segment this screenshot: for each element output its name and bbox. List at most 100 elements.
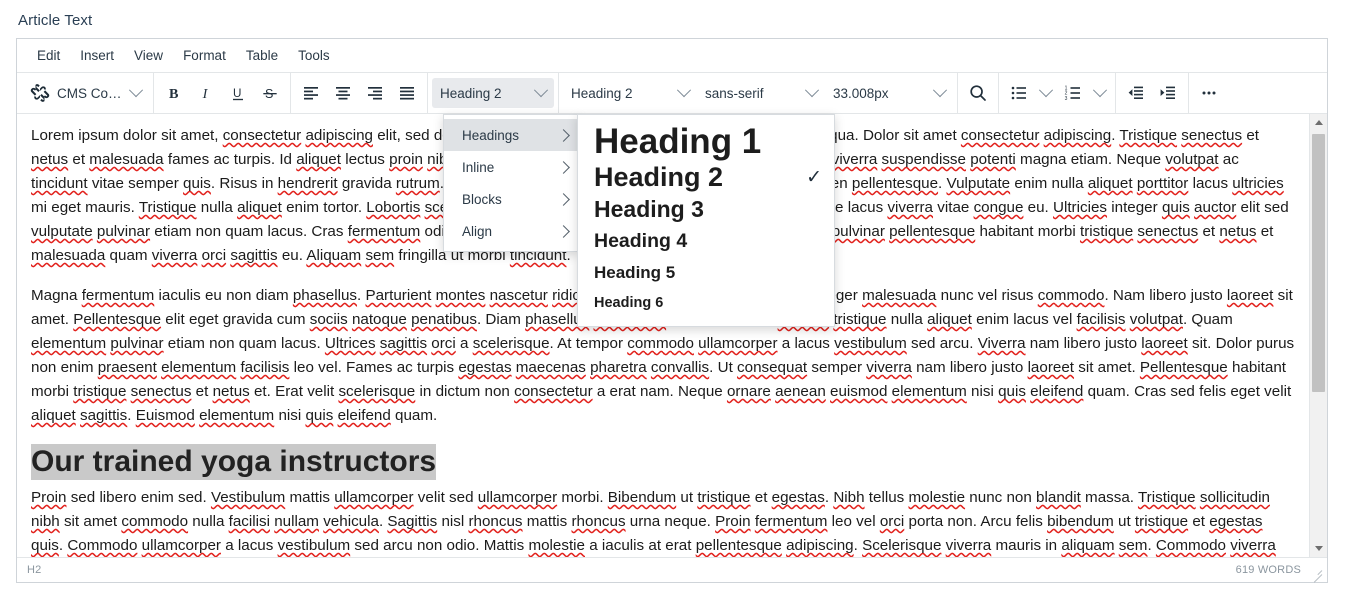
spellcheck-word: montes <box>435 287 486 304</box>
heading-option-h5[interactable]: Heading 5 <box>578 257 834 288</box>
spellcheck-word: Commodo <box>67 537 138 554</box>
spellcheck-word: fermentum <box>81 287 155 304</box>
heading-option-h4[interactable]: Heading 4 <box>578 225 834 257</box>
heading-option-h2-label: Heading 2 <box>594 161 724 192</box>
heading-option-h3[interactable]: Heading 3 <box>578 193 834 225</box>
spellcheck-word: aliquet <box>1087 175 1133 192</box>
align-center-button[interactable] <box>327 78 359 108</box>
indent-button[interactable] <box>1152 78 1184 108</box>
heading-option-h1[interactable]: Heading 1 <box>578 121 834 161</box>
cms-content-dropdown[interactable]: CMS Content <box>21 78 149 108</box>
spellcheck-word: pharetra <box>590 359 647 376</box>
bullet-list-button[interactable] <box>1003 78 1035 108</box>
menu-item-align[interactable]: Align <box>444 215 578 247</box>
word-count[interactable]: 619 WORDS <box>1236 564 1301 576</box>
align-right-icon <box>368 87 382 100</box>
align-justify-button[interactable] <box>391 78 423 108</box>
spellcheck-word: suspendisse <box>881 151 966 168</box>
underline-button[interactable]: U <box>222 78 254 108</box>
spellcheck-word: praesent <box>97 359 157 376</box>
chevron-down-icon <box>804 83 820 98</box>
spellcheck-word: nullam <box>274 513 319 530</box>
spellcheck-word: viverra <box>831 151 878 168</box>
tinymce-editor-screen: Article Text Edit Insert View Format Tab… <box>0 0 1345 598</box>
spellcheck-word: Tristique <box>1119 127 1178 144</box>
spellcheck-word: nibh <box>31 513 60 530</box>
more-options-button[interactable] <box>1193 78 1225 108</box>
spellcheck-word: orci <box>431 335 456 352</box>
menu-item-headings-label: Headings <box>462 127 520 143</box>
menubar-item-view[interactable]: View <box>124 44 173 67</box>
spellcheck-word: quis <box>305 407 334 424</box>
heading-option-h6[interactable]: Heading 6 <box>578 288 834 318</box>
spellcheck-word: proin <box>389 151 423 168</box>
menu-item-headings[interactable]: Headings <box>444 119 578 151</box>
toolbar-group-search <box>958 73 999 113</box>
element-path[interactable]: H2 <box>27 564 41 576</box>
vertical-scrollbar[interactable] <box>1309 114 1327 557</box>
block-dropdown[interactable]: Heading 2 <box>563 78 697 108</box>
spellcheck-word: elementum <box>31 335 107 352</box>
outdent-button[interactable] <box>1120 78 1152 108</box>
menu-item-inline[interactable]: Inline <box>444 151 578 183</box>
strikethrough-button[interactable]: S <box>254 78 286 108</box>
resize-grip-icon[interactable] <box>1309 563 1323 583</box>
scroll-down-button[interactable] <box>1310 540 1327 557</box>
menu-item-blocks[interactable]: Blocks <box>444 183 578 215</box>
menubar-item-tools[interactable]: Tools <box>288 44 340 67</box>
bold-button[interactable]: B <box>158 78 190 108</box>
menubar-item-edit[interactable]: Edit <box>27 44 70 67</box>
scrollbar-thumb[interactable] <box>1312 134 1325 392</box>
spellcheck-word: vehicula <box>323 513 379 530</box>
triangle-up-icon <box>1314 120 1323 125</box>
italic-button[interactable]: I <box>190 78 222 108</box>
scroll-up-button[interactable] <box>1310 114 1327 131</box>
spellcheck-word: Commodo <box>1155 537 1226 554</box>
numbered-list-options-button[interactable] <box>1089 78 1111 108</box>
spellcheck-word: ullamcorper <box>334 489 414 506</box>
chevron-right-icon <box>557 128 570 142</box>
menubar-item-insert[interactable]: Insert <box>70 44 124 67</box>
spellcheck-word: pulvinar <box>110 335 164 352</box>
menu-item-align-label: Align <box>462 223 493 239</box>
toolbar-group-lists: 123 <box>999 73 1116 113</box>
paragraph-3[interactable]: Proin sed libero enim sed. Vestibulum ma… <box>31 486 1295 557</box>
spellcheck-word: euismod <box>830 383 888 400</box>
format-dropdown[interactable]: Heading 2 <box>432 78 554 108</box>
spellcheck-word: Vulputate <box>946 175 1011 192</box>
search-button[interactable] <box>962 78 994 108</box>
menubar-item-table[interactable]: Table <box>236 44 288 67</box>
statusbar-right: 619 WORDS <box>1236 563 1323 583</box>
spellcheck-word: eleifend <box>1030 383 1084 400</box>
spellcheck-word: tristique <box>697 489 751 506</box>
spellcheck-word: quis <box>183 175 211 192</box>
more-options-icon <box>1202 91 1216 95</box>
spellcheck-word: Nibh <box>833 489 865 506</box>
fontsize-dropdown[interactable]: 33.008px <box>825 78 953 108</box>
spellcheck-word: ullamcorper <box>141 537 221 554</box>
spellcheck-word: facilisis <box>1076 311 1126 328</box>
spellcheck-word: elementum <box>891 383 967 400</box>
spellcheck-word: volutpat <box>1129 311 1183 328</box>
bullet-list-options-button[interactable] <box>1035 78 1057 108</box>
menubar: Edit Insert View Format Table Tools <box>17 39 1327 73</box>
spellcheck-word: tristique <box>73 383 127 400</box>
spellcheck-word: tincidunt <box>31 175 88 192</box>
menu-item-blocks-label: Blocks <box>462 191 502 207</box>
spellcheck-word: egestas <box>1209 513 1263 530</box>
spellcheck-word: aliquet <box>31 407 76 424</box>
page-title: Article Text <box>18 12 93 29</box>
align-right-button[interactable] <box>359 78 391 108</box>
align-left-button[interactable] <box>295 78 327 108</box>
menubar-item-format[interactable]: Format <box>173 44 236 67</box>
spellcheck-word: elementum <box>161 359 237 376</box>
content-heading-h2[interactable]: Our trained yoga instructors <box>31 444 437 480</box>
align-center-icon <box>336 87 350 100</box>
spellcheck-word: volutpat <box>1165 151 1219 168</box>
spellcheck-word: sollicitudin <box>1199 489 1270 506</box>
fontfamily-dropdown[interactable]: sans-serif <box>697 78 825 108</box>
heading-option-h2[interactable]: Heading 2 ✓ <box>578 161 834 193</box>
spellcheck-word: blandit <box>1036 489 1081 506</box>
numbered-list-button[interactable]: 123 <box>1057 78 1089 108</box>
spellcheck-word: sagittis <box>80 407 128 424</box>
